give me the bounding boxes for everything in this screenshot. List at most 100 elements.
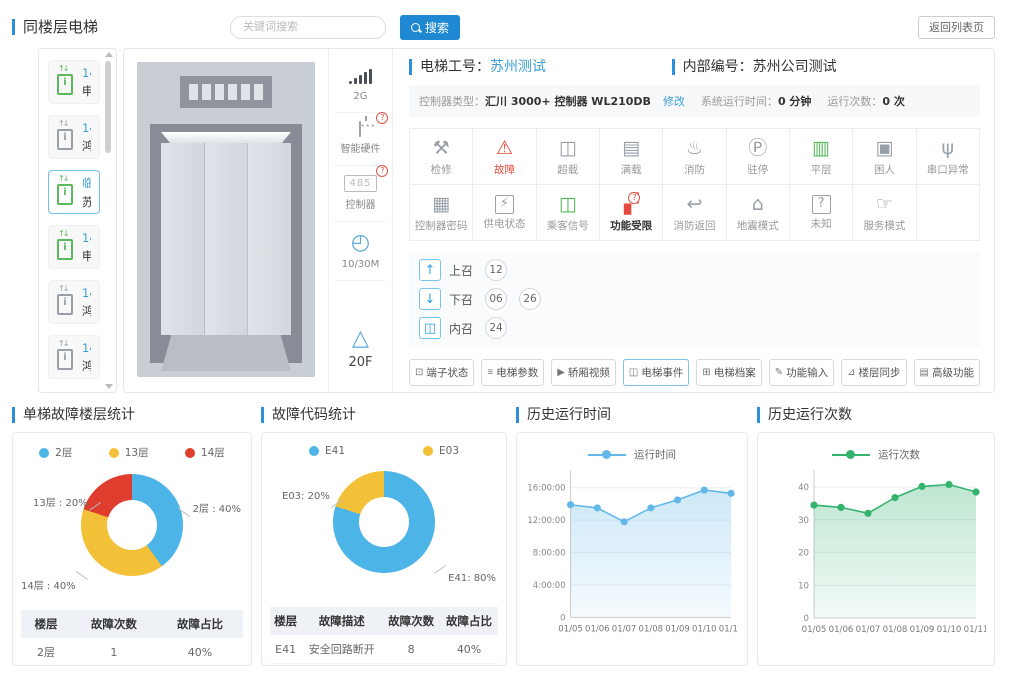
topbar: 同楼层电梯 搜索 返回列表页 (12, 14, 995, 40)
donut-callout: 14层 : 40% (21, 577, 76, 592)
status-cell-困人: ▣ 困人 (852, 128, 917, 185)
legend-dot-icon (184, 447, 195, 458)
floor-fault-card: 2层 13层 14层 2层 : 40% 13层 : 20% 14层 : 40% 楼层 故障… (12, 432, 252, 666)
navigation-arrow-icon: △ (352, 326, 369, 351)
list-item-text: 临安锦上大酒店苏州电气楼电梯 (82, 175, 91, 210)
run-time-line-chart: 04:00:008:00:0012:00:0016:00:0001/05 01/0… (527, 470, 739, 634)
legend-dot-icon (309, 446, 319, 456)
status-icon: ▦ (432, 193, 451, 215)
status-cell-未知: ? 未知 (788, 184, 854, 241)
elevator-list: 14E0088申龙电气楼电梯14E0088鸿威电气楼电梯临安锦上大酒店苏州电气楼… (48, 60, 100, 379)
indicator-floor: △ 20F (334, 318, 386, 380)
action-button-电梯参数[interactable]: ≡ 电梯参数 (481, 359, 545, 386)
list-item[interactable]: 14E0088 申龙电气楼电梯 (48, 60, 100, 104)
legend-item: E41 (309, 445, 345, 457)
status-label: 消防返回 (673, 220, 716, 232)
table-cell: E41 (270, 635, 302, 664)
scroll-down-icon[interactable] (104, 384, 113, 389)
list-item[interactable]: 14E0088 申龙电气楼电梯 (48, 225, 100, 269)
panel-title: 故障代码统计 (261, 407, 507, 423)
action-button-电梯事件[interactable]: ◫ 电梯事件 (622, 359, 690, 386)
elevator-name: 苏州电气楼电梯 (82, 194, 91, 210)
call-row-内召: ◫ 内召 24 (418, 317, 970, 339)
table-cell: 2 (382, 663, 441, 665)
svg-text:20: 20 (798, 549, 809, 559)
status-cell-empty (915, 184, 981, 241)
action-button-端子状态[interactable]: ⊡ 端子状态 (408, 359, 475, 386)
status-cell-服务模式: ☞ 服务模式 (852, 184, 917, 241)
legend-item: 14层 (184, 445, 225, 460)
action-button-高级功能[interactable]: ▤ 高级功能 (913, 359, 980, 386)
status-cell-乘客信号: ◫ 乘客信号 (535, 184, 600, 241)
status-cell-地震模式: ⌂ 地震模式 (725, 184, 790, 241)
elevator-detail-card: 2G? 智能硬件 485? 控制器 ◴ 10/30M △ 20F 电梯工号：苏州测试 内部编号… (122, 48, 995, 393)
table-header: 楼层 (21, 610, 71, 638)
donut-callout: 2层 : 40% (193, 500, 241, 515)
elevator-icon (57, 284, 73, 315)
scrollbar[interactable] (104, 52, 113, 389)
action-button-楼层同步[interactable]: ⊿ 楼层同步 (841, 359, 907, 386)
same-floor-elevator-list: 14E0088申龙电气楼电梯14E0088鸿威电气楼电梯临安锦上大酒店苏州电气楼… (38, 48, 117, 393)
status-label: 超载 (557, 164, 579, 176)
elevator-icon (57, 229, 73, 260)
status-label: 平层 (810, 164, 832, 176)
elevator-name: 申龙电气楼电梯 (82, 83, 91, 99)
elevator-door-frame (149, 124, 302, 371)
list-item[interactable]: 临安锦上大酒店苏州电气楼电梯 (48, 170, 100, 214)
action-button-功能输入[interactable]: ✎ 功能输入 (768, 359, 835, 386)
svg-text:8:00:00: 8:00:00 (533, 548, 566, 558)
legend-label: 14层 (200, 447, 225, 459)
table-header: 故障描述 (301, 607, 383, 635)
status-label: 串口异常 (926, 164, 969, 176)
list-item-text: 14E0088 鸿威电气楼电梯 (82, 341, 91, 374)
status-cell-满载: ▤ 满载 (598, 128, 664, 185)
list-item[interactable]: 14E0088 鸿威电气楼电梯 (48, 280, 100, 324)
status-label: 地震模式 (736, 220, 779, 232)
svg-text:01/09: 01/09 (665, 624, 690, 634)
indicator-controller: 485? 控制器 (334, 165, 389, 222)
action-button-label: 楼层同步 (858, 367, 901, 379)
status-label: 驻停 (747, 164, 769, 176)
status-icon: ▥ (812, 137, 831, 159)
action-button-电梯档案[interactable]: ⊞ 电梯档案 (696, 359, 762, 386)
indicator-label: 10/30M (341, 259, 380, 270)
search-input[interactable] (230, 15, 386, 39)
modify-link[interactable]: 修改 (663, 93, 685, 109)
scroll-up-icon[interactable] (104, 52, 113, 57)
call-direction-icon: ↓ (418, 288, 441, 310)
meta-bar: 控制器类型：汇川 3000+ 控制器 WL210DB 修改 系统运行时间：0 分… (408, 85, 980, 117)
action-button-轿厢视频[interactable]: ▶ 轿厢视频 (551, 359, 616, 386)
search-button[interactable]: 搜索 (400, 14, 461, 40)
svg-text:01/05: 01/05 (802, 625, 827, 635)
elevator-name: 申龙电气楼电梯 (82, 248, 91, 264)
status-label: 故障 (493, 164, 515, 176)
status-label: 乘客信号 (546, 220, 589, 232)
door-lintel (160, 132, 291, 143)
donut-chart-floor (81, 474, 183, 576)
status-label: 功能受限 (610, 220, 653, 232)
action-button-icon: ⊿ (847, 367, 856, 378)
warning-badge-icon: ? (376, 165, 389, 177)
status-icon: ◫ (558, 137, 577, 159)
panel-title: 历史运行次数 (757, 407, 995, 423)
action-button-icon: ▤ (919, 367, 929, 378)
svg-text:4:00:00: 4:00:00 (533, 581, 566, 591)
scrollbar-thumb[interactable] (104, 61, 111, 153)
action-button-label: 高级功能 (932, 367, 974, 379)
panel-title: 单梯故障楼层统计 (12, 407, 252, 423)
legend-item: E03 (423, 445, 459, 457)
run-time-card: 运行时间 0 4:00:00 8:00:00 12:00:00 16:00:00 01/0… (516, 432, 748, 666)
status-cell-故障: ⚠ 故障 (472, 128, 537, 185)
system-runtime: 系统运行时间：0 分钟 (700, 95, 812, 108)
list-item[interactable]: 14E0088 鸿威电气楼电梯 (48, 115, 100, 159)
table-header: 故障占比 (156, 610, 243, 638)
table-row: 2层 1 40% (21, 638, 243, 665)
svg-text:01/11: 01/11 (964, 625, 986, 635)
svg-text:30: 30 (798, 516, 809, 526)
action-button-icon: ⊞ (702, 367, 711, 378)
back-to-list-button[interactable]: 返回列表页 (918, 15, 995, 39)
table-header: 故障次数 (382, 607, 441, 635)
status-cell-检修: ⚒ 检修 (408, 128, 474, 185)
controller-type: 控制器类型：汇川 3000+ 控制器 WL210DB (418, 95, 651, 108)
list-item[interactable]: 14E0088 鸿威电气楼电梯 (48, 335, 100, 379)
